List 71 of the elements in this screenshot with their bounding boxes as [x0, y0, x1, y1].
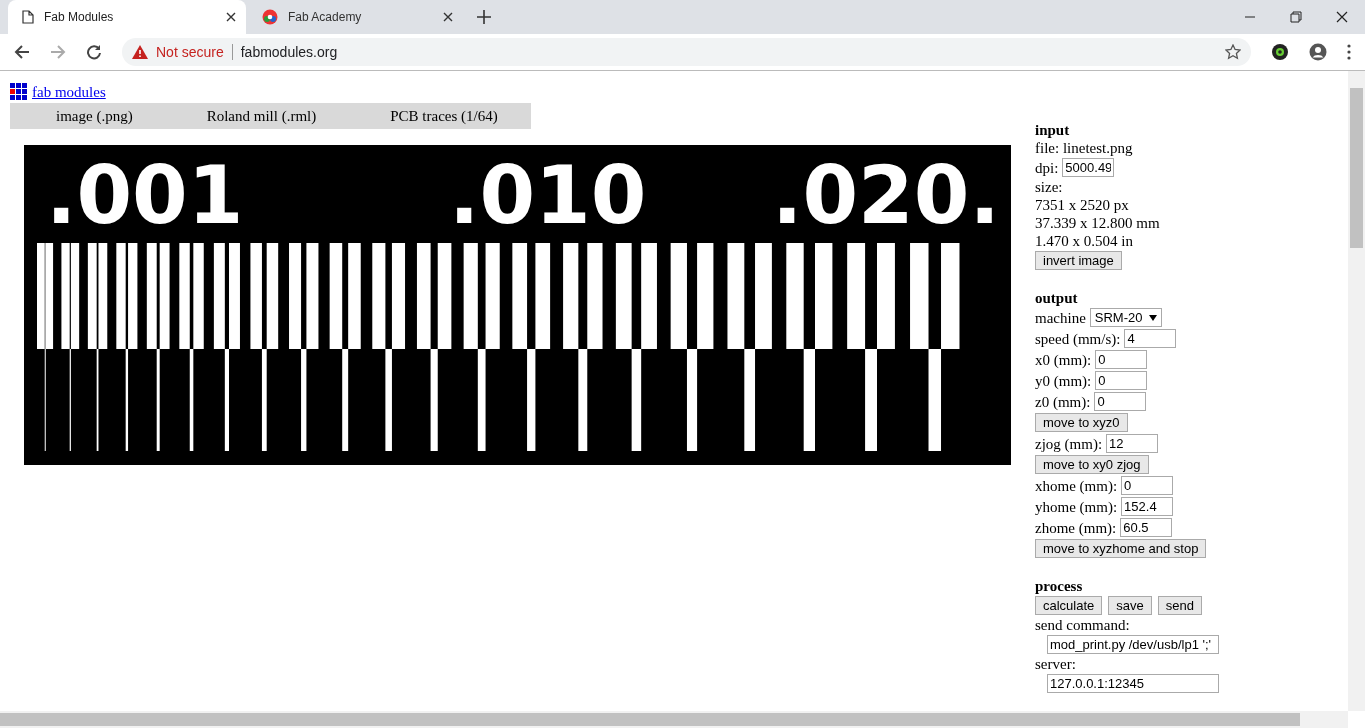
menu-icon[interactable] [1347, 44, 1351, 60]
info-text: send command: [1035, 616, 1131, 634]
action-button[interactable]: save [1108, 596, 1152, 615]
input-field[interactable]: 0 [1095, 371, 1148, 390]
logo-icon [10, 83, 28, 101]
field-label: xhome (mm): [1035, 476, 1118, 495]
input-field[interactable]: 152.4 [1121, 497, 1174, 516]
field-label: dpi: [1035, 158, 1059, 177]
close-icon[interactable] [443, 12, 453, 22]
machine-dropdown[interactable]: SRM-20 [1089, 308, 1162, 327]
action-button[interactable]: invert image [1035, 251, 1122, 270]
close-icon[interactable] [226, 12, 236, 22]
field-label: zjog (mm): [1035, 434, 1103, 453]
field-label: speed (mm/s): [1035, 329, 1121, 348]
close-icon[interactable] [1336, 11, 1348, 23]
field-label: y0 (mm): [1035, 371, 1092, 390]
section-heading: input [1035, 121, 1071, 139]
address-bar[interactable]: Not secure fabmodules.org [122, 38, 1251, 66]
caret-icon [1148, 314, 1157, 321]
input-field[interactable]: 0 [1095, 350, 1148, 369]
input-field[interactable]: mod_print.py /dev/usb/lp1 ';' [1047, 635, 1219, 654]
security-label: Not secure [156, 44, 224, 60]
site-logo-icon [262, 9, 278, 25]
horizontal-scrollbar[interactable] [0, 711, 1348, 728]
field-label: machine [1035, 308, 1086, 327]
action-button[interactable]: move to xyzhome and stop [1035, 539, 1207, 558]
account-icon[interactable] [1309, 43, 1327, 61]
menu-item[interactable]: image (.png) [56, 107, 133, 125]
star-icon[interactable] [1225, 44, 1241, 60]
action-button[interactable]: send [1157, 596, 1202, 615]
action-button[interactable]: calculate [1035, 596, 1103, 615]
menu-item[interactable]: PCB traces (1/64) [390, 107, 498, 125]
action-button[interactable]: move to xy0 zjog [1035, 455, 1149, 474]
input-field[interactable]: 12 [1106, 434, 1159, 453]
browser-tab[interactable]: Fab Modules [8, 0, 246, 34]
field-label: z0 (mm): [1035, 392, 1091, 411]
home-link[interactable]: fab modules [32, 83, 106, 101]
input-field[interactable]: 60.5 [1120, 518, 1173, 537]
new-tab-icon[interactable] [477, 10, 491, 24]
vertical-scrollbar[interactable] [1348, 71, 1365, 711]
warning-icon [132, 45, 148, 59]
scale-label: .010 [449, 149, 647, 242]
info-text: server: [1035, 655, 1077, 673]
field-label: yhome (mm): [1035, 497, 1118, 516]
tab-title: Fab Academy [288, 10, 363, 24]
menu-item[interactable]: Roland mill (.rml) [206, 107, 317, 125]
browser-tab[interactable]: Fab Academy [248, 0, 463, 34]
page-icon [22, 10, 34, 24]
input-field[interactable]: 5000.49 [1062, 158, 1115, 177]
reload-icon[interactable] [86, 44, 102, 60]
info-text: 1.470 x 0.504 in [1035, 232, 1134, 250]
scale-label: .001 [46, 149, 244, 242]
info-text: file: linetest.png [1035, 139, 1134, 157]
section-heading: process [1035, 577, 1084, 595]
info-text: 7351 x 2520 px [1035, 196, 1130, 214]
url-text: fabmodules.org [240, 44, 339, 60]
extension-icon[interactable] [1271, 43, 1289, 61]
restore-icon[interactable] [1290, 11, 1302, 23]
info-text: 37.339 x 12.800 mm [1035, 214, 1161, 232]
input-field[interactable]: 0 [1121, 476, 1174, 495]
field-label: zhome (mm): [1035, 518, 1117, 537]
scale-label: .020. [772, 149, 1000, 242]
action-button[interactable]: move to xyz0 [1035, 413, 1128, 432]
tab-title: Fab Modules [44, 10, 115, 24]
back-icon[interactable] [14, 44, 30, 60]
input-field[interactable]: 127.0.0.1:12345 [1047, 674, 1219, 693]
section-heading: output [1035, 289, 1079, 307]
input-field[interactable]: 4 [1124, 329, 1177, 348]
input-field[interactable]: 0 [1094, 392, 1147, 411]
field-label: x0 (mm): [1035, 350, 1092, 369]
info-text: size: [1035, 178, 1064, 196]
